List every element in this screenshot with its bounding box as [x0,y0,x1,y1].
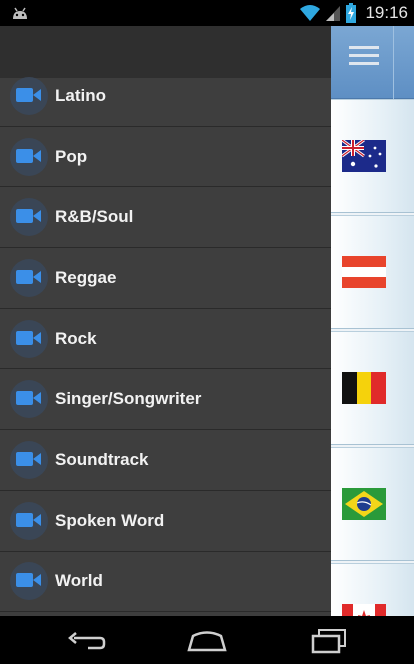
clock: 19:16 [365,3,408,22]
drawer-item-world[interactable]: World [0,552,331,613]
back-icon[interactable] [64,624,108,656]
video-camera-icon [10,440,48,479]
flag-brazil-icon [342,488,386,520]
hamburger-menu-icon[interactable] [349,46,379,68]
wifi-icon [300,5,321,21]
drawer-item-label: Latino [55,85,106,105]
drawer-item-rnb-soul[interactable]: R&B/Soul [0,187,331,249]
divider [393,26,394,99]
drawer-item-singer-songwriter[interactable]: Singer/Songwriter [0,369,331,431]
video-camera-icon [10,198,48,237]
drawer-item-label: R&B/Soul [55,207,134,227]
video-camera-icon [10,258,48,297]
navigation-drawer: Latino Pop R&B/Soul Reggae Rock Singer/S… [0,26,331,616]
drawer-item-label: Reggae [55,267,117,287]
drawer-item-spoken-word[interactable]: Spoken Word [0,491,331,552]
drawer-item-label: Rock [55,328,97,348]
flag-austria-icon [342,256,386,288]
battery-charging-icon [346,3,357,23]
drawer-item-soundtrack[interactable]: Soundtrack [0,430,331,491]
video-camera-icon [10,562,48,601]
video-camera-icon [10,76,48,115]
signal-icon [326,6,341,21]
country-card-brazil[interactable] [331,447,414,561]
drawer-item-label: Spoken Word [55,510,165,530]
video-camera-icon [10,319,48,358]
country-card-australia[interactable] [331,99,414,213]
video-camera-icon [10,501,48,540]
country-card-belgium[interactable] [331,331,414,445]
video-camera-icon [10,137,48,176]
main-content [331,26,414,616]
drawer-item-rock[interactable]: Rock [0,309,331,370]
drawer-item-label: Singer/Songwriter [55,389,202,409]
recent-apps-icon[interactable] [307,624,351,656]
video-camera-icon [10,380,48,419]
drawer-item-label: Soundtrack [55,449,149,469]
drawer-item-label: World [55,571,103,591]
country-card-austria[interactable] [331,215,414,329]
drawer-item-latino[interactable]: Latino [0,66,331,127]
navigation-bar [0,616,414,664]
android-icon [13,7,27,19]
drawer-item-label: Pop [55,146,88,166]
drawer-item-pop[interactable]: Pop [0,127,331,188]
genre-list: Latino Pop R&B/Soul Reggae Rock Singer/S… [0,66,331,613]
flag-belgium-icon [342,372,386,404]
drawer-item-reggae[interactable]: Reggae [0,248,331,309]
status-bar: 19:16 [0,0,414,26]
flag-australia-icon [342,140,386,172]
home-icon[interactable] [185,624,229,656]
country-card-canada[interactable] [331,563,414,616]
flag-canada-icon [342,604,386,616]
action-bar [331,26,414,99]
